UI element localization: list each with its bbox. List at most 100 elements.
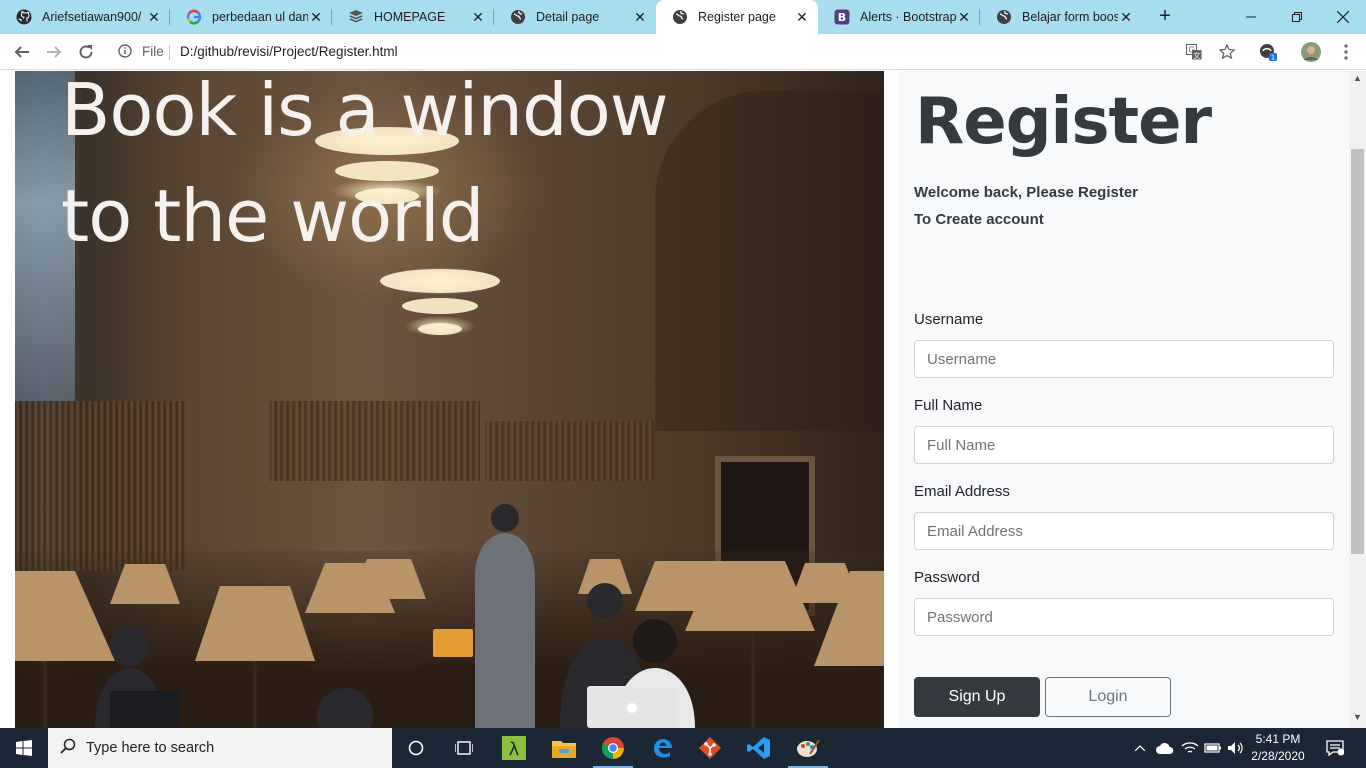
battery-icon[interactable] <box>1202 728 1224 768</box>
address-bar[interactable]: File D:/github/revisi/Project/Register.h… <box>108 39 1248 65</box>
clock-time: 5:41 PM <box>1255 732 1301 746</box>
tab-title: Ariefsetiawan900/ <box>42 10 142 24</box>
bookmark-star-icon[interactable] <box>1217 42 1237 62</box>
close-window-button[interactable] <box>1320 0 1366 34</box>
tab-close-icon[interactable]: ✕ <box>794 9 810 25</box>
page-title: Register <box>915 85 1212 159</box>
clock-date: 2/28/2020 <box>1251 749 1305 763</box>
url-text[interactable]: D:/github/revisi/Project/Register.html <box>180 44 398 59</box>
wifi-icon[interactable] <box>1179 728 1201 768</box>
fullname-label: Full Name <box>914 397 983 414</box>
tab-close-icon[interactable]: ✕ <box>1118 9 1134 25</box>
tab-close-icon[interactable]: ✕ <box>146 9 162 25</box>
page-viewport: Book is a window to the world Register W… <box>0 71 1366 728</box>
scroll-up-arrow-icon[interactable]: ▲ <box>1353 73 1362 83</box>
svg-text:1: 1 <box>1271 54 1275 62</box>
welcome-line-2: To Create account <box>914 211 1044 228</box>
git-icon[interactable] <box>686 728 734 768</box>
browser-tab-strip: Ariefsetiawan900/ ✕ perbedaan ul dan ✕ H… <box>0 0 1366 34</box>
tab-belajar-form[interactable]: Belajar form boost ✕ <box>980 0 1142 34</box>
forward-button[interactable] <box>42 40 66 64</box>
tab-google[interactable]: perbedaan ul dan ✕ <box>170 0 332 34</box>
volume-icon[interactable] <box>1225 728 1247 768</box>
tab-close-icon[interactable]: ✕ <box>470 9 486 25</box>
globe-icon <box>672 9 688 25</box>
welcome-text: Welcome back, Please Register To Create … <box>914 179 1138 233</box>
reload-button[interactable] <box>74 40 98 64</box>
search-placeholder: Type here to search <box>86 740 215 756</box>
back-button[interactable] <box>10 40 34 64</box>
vscode-icon[interactable] <box>735 728 783 768</box>
tab-detail-page[interactable]: Detail page ✕ <box>494 0 656 34</box>
password-input[interactable] <box>914 598 1334 636</box>
edge-icon[interactable] <box>638 728 686 768</box>
username-input[interactable] <box>914 340 1334 378</box>
bootstrap-icon: B <box>834 9 850 25</box>
tab-bootstrap-alerts[interactable]: B Alerts · Bootstrap ✕ <box>818 0 980 34</box>
tab-homepage[interactable]: HOMEPAGE ✕ <box>332 0 494 34</box>
action-center-icon[interactable] <box>1318 728 1352 768</box>
google-icon <box>186 9 202 25</box>
info-icon[interactable] <box>118 44 132 63</box>
file-explorer-icon[interactable] <box>540 728 588 768</box>
email-input[interactable] <box>914 512 1334 550</box>
tab-title: perbedaan ul dan <box>212 10 308 24</box>
login-button[interactable]: Login <box>1045 677 1171 717</box>
tab-title: Belajar form boost <box>1022 10 1118 24</box>
tab-close-icon[interactable]: ✕ <box>956 9 972 25</box>
start-button[interactable] <box>0 728 48 768</box>
reload-icon <box>79 45 93 59</box>
restore-button[interactable] <box>1274 0 1320 34</box>
tab-close-icon[interactable]: ✕ <box>632 9 648 25</box>
welcome-line-1: Welcome back, Please Register <box>914 184 1139 201</box>
menu-kebab-icon[interactable] <box>1336 42 1356 62</box>
password-label: Password <box>914 569 980 586</box>
back-arrow-icon <box>14 46 29 58</box>
avatar[interactable] <box>1301 42 1321 62</box>
fullname-input[interactable] <box>914 426 1334 464</box>
hero-heading: Book is a window to the world <box>61 71 861 269</box>
svg-text:B: B <box>838 11 846 24</box>
paint-icon[interactable] <box>784 728 832 768</box>
book-icon <box>348 9 364 25</box>
globe-icon <box>510 9 526 25</box>
taskbar-clock[interactable]: 5:41 PM 2/28/2020 <box>1248 731 1308 765</box>
translate-icon[interactable]: G文 <box>1184 42 1204 62</box>
tray-overflow-chevron-icon[interactable] <box>1130 728 1150 768</box>
globe-icon <box>996 9 1012 25</box>
email-label: Email Address <box>914 483 1010 500</box>
sign-up-button[interactable]: Sign Up <box>914 677 1040 717</box>
chrome-icon[interactable] <box>589 728 637 768</box>
restore-icon <box>1292 12 1302 22</box>
tab-title: HOMEPAGE <box>374 10 446 24</box>
lambda-app-icon[interactable]: λ <box>490 728 538 768</box>
minimize-button[interactable] <box>1228 0 1274 34</box>
svg-text:文: 文 <box>1193 51 1200 60</box>
search-icon <box>60 738 76 759</box>
github-icon <box>16 9 32 25</box>
minimize-icon <box>1246 16 1256 18</box>
task-view-icon[interactable] <box>440 728 488 768</box>
hero-line-2: to the world <box>61 174 484 258</box>
scroll-down-arrow-icon[interactable]: ▼ <box>1353 712 1362 722</box>
new-tab-button[interactable]: + <box>1154 6 1176 28</box>
tab-register-page[interactable]: Register page ✕ <box>656 0 818 34</box>
tab-close-icon[interactable]: ✕ <box>308 9 324 25</box>
forward-arrow-icon <box>47 46 62 58</box>
taskbar-search[interactable]: Type here to search <box>48 728 392 768</box>
windows-taskbar: Type here to search λ 5:41 PM 2/28/2020 <box>0 728 1366 768</box>
library-hero-image: Book is a window to the world <box>15 71 884 728</box>
tab-title: Detail page <box>536 10 600 24</box>
browser-toolbar: File D:/github/revisi/Project/Register.h… <box>0 34 1366 70</box>
scroll-thumb[interactable] <box>1351 149 1364 554</box>
onedrive-cloud-icon[interactable] <box>1154 728 1176 768</box>
tab-title: Register page <box>698 10 776 24</box>
extension-icon[interactable]: 1 <box>1258 42 1278 62</box>
cortana-icon[interactable] <box>392 728 440 768</box>
page-scrollbar[interactable]: ▲ ▼ <box>1349 71 1366 728</box>
close-icon <box>1337 11 1349 23</box>
username-label: Username <box>914 311 984 328</box>
tab-github[interactable]: Ariefsetiawan900/ ✕ <box>0 0 170 34</box>
windows-logo-icon <box>16 740 32 756</box>
register-panel: Register Welcome back, Please Register T… <box>899 71 1349 728</box>
